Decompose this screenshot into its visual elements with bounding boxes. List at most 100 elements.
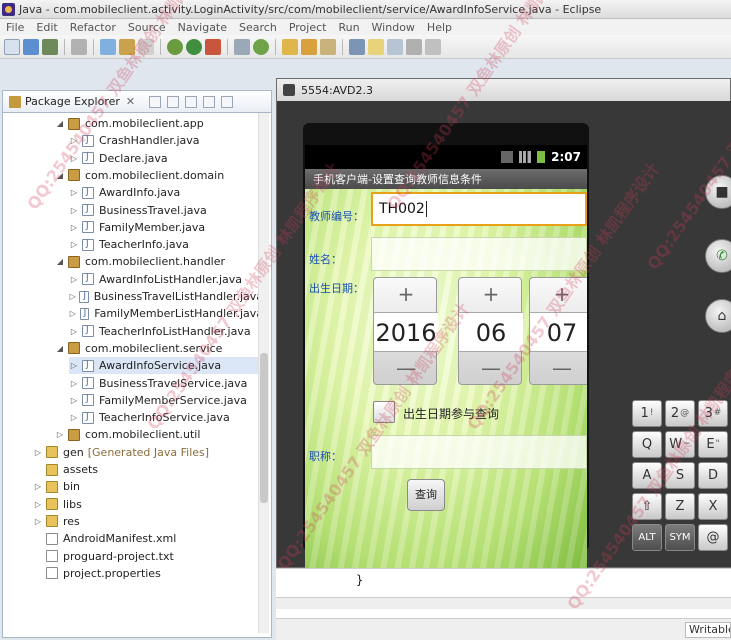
run-icon[interactable]: [186, 38, 202, 55]
new-java-project-icon[interactable]: [234, 38, 250, 55]
tree-item-file[interactable]: ▷ Declare.java: [69, 150, 263, 167]
tree-item-file[interactable]: ▷ FamilyMemberService.java: [69, 392, 263, 409]
prev-annotation-icon[interactable]: [406, 38, 422, 55]
lint-icon[interactable]: [138, 38, 154, 55]
debug-icon[interactable]: [167, 38, 183, 55]
package-explorer-tab[interactable]: Package Explorer ✕: [3, 91, 271, 113]
key-3-2[interactable]: X: [698, 493, 728, 520]
tree-item-file[interactable]: ▷ AwardInfoListHandler.java: [69, 271, 263, 288]
tree-item-file[interactable]: ▷ BusinessTravelListHandler.java: [69, 288, 263, 305]
expand-arrow-icon[interactable]: ◢: [55, 119, 65, 128]
explorer-scrollbar[interactable]: [258, 113, 269, 633]
tree-item-package[interactable]: ◢ com.mobileclient.handler: [55, 253, 263, 270]
tree-item-file[interactable]: ▷ CrashHandler.java: [69, 132, 263, 149]
call-button[interactable]: ✆: [705, 239, 731, 273]
key-2-0[interactable]: A: [632, 462, 662, 489]
close-icon[interactable]: ✕: [126, 95, 135, 108]
key-4-1[interactable]: SYM: [665, 524, 695, 551]
menu-refactor[interactable]: Refactor: [64, 21, 122, 34]
menu-search[interactable]: Search: [233, 21, 283, 34]
tree-item-file[interactable]: ▷ AwardInfo.java: [69, 184, 263, 201]
tree-item-file[interactable]: ▷ BusinessTravelService.java: [69, 375, 263, 392]
menu-project[interactable]: Project: [283, 21, 333, 34]
title-input[interactable]: [371, 435, 587, 469]
tree-item-file[interactable]: ▷ FamilyMemberListHandler.java: [69, 305, 263, 322]
birth-date-query-checkbox[interactable]: [373, 401, 395, 423]
next-annotation-icon[interactable]: [387, 38, 403, 55]
key-0-0[interactable]: 1!: [632, 400, 662, 427]
day-value[interactable]: 07: [530, 312, 587, 352]
tree-item-package[interactable]: ◢ com.mobileclient.service: [55, 340, 263, 357]
minimize-icon[interactable]: [203, 95, 216, 108]
editor-hscrollbar[interactable]: [276, 597, 731, 609]
tree-item[interactable]: ▷ gen [Generated Java Files]: [33, 444, 271, 461]
day-picker[interactable]: + 07 —: [529, 277, 587, 385]
annotation-icon[interactable]: [368, 38, 384, 55]
link-with-editor-icon[interactable]: [167, 95, 180, 108]
last-edit-icon[interactable]: [425, 38, 441, 55]
menu-navigate[interactable]: Navigate: [172, 21, 233, 34]
menu-help[interactable]: Help: [421, 21, 458, 34]
collapse-arrow-icon[interactable]: ▷: [55, 430, 65, 439]
collapse-arrow-icon[interactable]: ▷: [33, 482, 43, 491]
collapse-arrow-icon[interactable]: ▷: [33, 500, 43, 509]
view-menu-icon[interactable]: [185, 95, 198, 108]
year-value[interactable]: 2016: [374, 312, 438, 352]
scrollbar-thumb[interactable]: [260, 353, 268, 503]
maximize-icon[interactable]: [221, 95, 234, 108]
key-4-0[interactable]: ALT: [632, 524, 662, 551]
tree-item-file[interactable]: ▷ TeacherInfo.java: [69, 236, 263, 253]
expand-arrow-icon[interactable]: ◢: [55, 344, 65, 353]
tree-item[interactable]: ▷ bin: [33, 478, 271, 495]
collapse-arrow-icon[interactable]: ▷: [33, 517, 43, 526]
camera-button[interactable]: ■: [705, 175, 731, 209]
month-decrement-button[interactable]: —: [459, 354, 523, 382]
tree-item[interactable]: AndroidManifest.xml: [33, 530, 271, 547]
key-0-1[interactable]: 2@: [665, 400, 695, 427]
tree-item-package[interactable]: ▷ com.mobileclient.util: [55, 426, 263, 443]
tree-item-file[interactable]: ▷ BusinessTravel.java: [69, 202, 263, 219]
print-icon[interactable]: [71, 38, 87, 55]
key-2-2[interactable]: D: [698, 462, 728, 489]
collapse-all-icon[interactable]: [149, 95, 162, 108]
query-button[interactable]: 查询: [407, 479, 445, 511]
day-increment-button[interactable]: +: [530, 280, 587, 308]
tree-item-file[interactable]: ▷ FamilyMember.java: [69, 219, 263, 236]
key-3-0[interactable]: ⇧: [632, 493, 662, 520]
toggle-mark-icon[interactable]: [349, 38, 365, 55]
tree-item-package[interactable]: ◢ com.mobileclient.domain: [55, 167, 263, 184]
collapse-arrow-icon[interactable]: ▷: [33, 448, 43, 457]
avd-manager-icon[interactable]: [119, 38, 135, 55]
key-1-2[interactable]: E": [698, 431, 728, 458]
tree-item[interactable]: project.properties: [33, 565, 271, 582]
tree-item[interactable]: ▷ libs: [33, 496, 271, 513]
open-type-icon[interactable]: [282, 38, 298, 55]
expand-arrow-icon[interactable]: ◢: [55, 171, 65, 180]
menu-window[interactable]: Window: [366, 21, 421, 34]
menu-run[interactable]: Run: [332, 21, 365, 34]
year-increment-button[interactable]: +: [374, 280, 438, 308]
expand-arrow-icon[interactable]: ◢: [55, 257, 65, 266]
menu-edit[interactable]: Edit: [30, 21, 63, 34]
external-tools-icon[interactable]: [205, 38, 221, 55]
month-increment-button[interactable]: +: [459, 280, 523, 308]
tree-item[interactable]: assets: [33, 461, 271, 478]
teacher-no-input[interactable]: TH002: [371, 192, 587, 226]
new-class-icon[interactable]: [253, 38, 269, 55]
name-input[interactable]: [371, 237, 587, 271]
save-all-icon[interactable]: [42, 38, 58, 55]
key-3-1[interactable]: Z: [665, 493, 695, 520]
month-value[interactable]: 06: [459, 312, 523, 352]
tree-item-package[interactable]: ◢ com.mobileclient.app: [55, 115, 263, 132]
month-picker[interactable]: + 06 —: [458, 277, 523, 385]
tree-item-file[interactable]: ▷ AwardInfoService.java: [69, 357, 263, 375]
key-0-2[interactable]: 3#: [698, 400, 728, 427]
android-sdk-icon[interactable]: [100, 38, 116, 55]
key-1-0[interactable]: Q: [632, 431, 662, 458]
save-icon[interactable]: [23, 38, 39, 55]
tree-item-file[interactable]: ▷ TeacherInfoListHandler.java: [69, 323, 263, 340]
home-button[interactable]: ⌂: [705, 299, 731, 333]
key-1-1[interactable]: W~: [665, 431, 695, 458]
open-task-icon[interactable]: [301, 38, 317, 55]
year-decrement-button[interactable]: —: [374, 354, 438, 382]
